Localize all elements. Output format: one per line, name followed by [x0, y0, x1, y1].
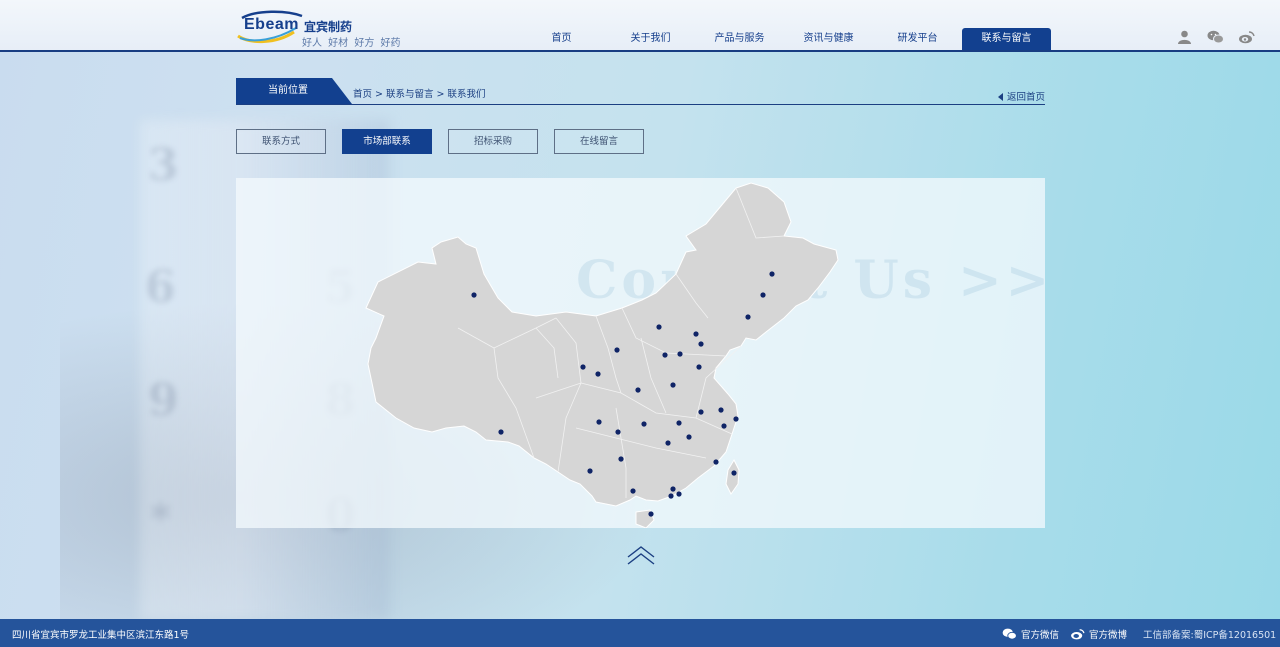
- background-digit: *: [150, 495, 171, 542]
- map-dot[interactable]: [693, 331, 699, 337]
- map-dot[interactable]: [471, 292, 477, 298]
- map-dot[interactable]: [615, 429, 621, 435]
- wechat-icon[interactable]: [1207, 30, 1224, 44]
- map-dot[interactable]: [733, 416, 739, 422]
- map-dot[interactable]: [745, 314, 751, 320]
- nav-research[interactable]: 研发平台: [873, 28, 962, 50]
- map-dot[interactable]: [630, 488, 636, 494]
- map-dot[interactable]: [676, 491, 682, 497]
- map-dot[interactable]: [718, 407, 724, 413]
- map-dot[interactable]: [731, 470, 737, 476]
- breadcrumb-contact-message[interactable]: 联系与留言: [386, 89, 434, 100]
- map-dot[interactable]: [614, 347, 620, 353]
- nav-home[interactable]: 首页: [517, 28, 606, 50]
- nav-contact[interactable]: 联系与留言: [962, 28, 1051, 50]
- breadcrumb-contact-us[interactable]: 联系我们: [447, 89, 485, 100]
- site-footer: 四川省宜宾市罗龙工业集中区滨江东路1号 官方微信 官方微博 工信部备案:蜀ICP…: [0, 619, 1280, 647]
- nav-products[interactable]: 产品与服务: [695, 28, 784, 50]
- logo[interactable]: Ebeam 宜宾制药 好人 好材 好方 好药: [236, 10, 416, 50]
- site-header: Ebeam 宜宾制药 好人 好材 好方 好药 首页 关于我们 产品与服务 资讯与…: [0, 0, 1280, 52]
- map-dot[interactable]: [662, 352, 668, 358]
- map-dot[interactable]: [676, 420, 682, 426]
- sub-tabs: 联系方式 市场部联系 招标采购 在线留言: [236, 129, 644, 154]
- footer-wechat-link[interactable]: 官方微信: [1002, 627, 1059, 641]
- map-dot[interactable]: [668, 493, 674, 499]
- logo-chinese: 宜宾制药: [304, 20, 353, 34]
- taiwan-shape: [725, 458, 740, 495]
- location-label: 当前位置: [236, 78, 352, 104]
- map-dot[interactable]: [686, 434, 692, 440]
- main-nav: 首页 关于我们 产品与服务 资讯与健康 研发平台 联系与留言: [517, 28, 1051, 50]
- tab-marketing-contact[interactable]: 市场部联系: [342, 129, 432, 154]
- map-dot[interactable]: [696, 364, 702, 370]
- mainland-shape: [365, 182, 839, 507]
- map-dot[interactable]: [760, 292, 766, 298]
- header-icons: [1176, 30, 1255, 44]
- scroll-up-icon[interactable]: [626, 545, 656, 567]
- tab-contact-info[interactable]: 联系方式: [236, 129, 326, 154]
- back-home-link[interactable]: 返回首页: [998, 89, 1045, 103]
- nav-about[interactable]: 关于我们: [606, 28, 695, 50]
- weibo-icon: [1071, 629, 1085, 640]
- china-map: [365, 182, 839, 528]
- footer-wechat-label: 官方微信: [1021, 630, 1060, 641]
- location-bar: 当前位置 首页 > 联系与留言 > 联系我们 返回首页: [236, 78, 1045, 105]
- map-dot[interactable]: [713, 459, 719, 465]
- map-dot[interactable]: [698, 341, 704, 347]
- wechat-icon: [1002, 628, 1017, 640]
- background-digit: 3: [148, 140, 179, 191]
- user-icon[interactable]: [1176, 30, 1193, 44]
- map-dot[interactable]: [635, 387, 641, 393]
- map-dot[interactable]: [769, 271, 775, 277]
- footer-address: 四川省宜宾市罗龙工业集中区滨江东路1号: [12, 630, 190, 641]
- map-dot[interactable]: [665, 440, 671, 446]
- map-dot[interactable]: [677, 351, 683, 357]
- tab-procurement[interactable]: 招标采购: [448, 129, 538, 154]
- map-dot[interactable]: [648, 511, 654, 517]
- map-dot[interactable]: [670, 382, 676, 388]
- map-dot[interactable]: [595, 371, 601, 377]
- map-dot[interactable]: [580, 364, 586, 370]
- footer-weibo-link[interactable]: 官方微博: [1070, 627, 1127, 641]
- footer-icp[interactable]: 工信部备案:蜀ICP备12016501: [1143, 627, 1276, 641]
- background-digit: 6: [145, 262, 176, 313]
- breadcrumb-home[interactable]: 首页: [353, 89, 372, 100]
- map-dot[interactable]: [698, 409, 704, 415]
- map-dot[interactable]: [498, 429, 504, 435]
- logo-slogan: 好人 好材 好方 好药: [302, 38, 401, 49]
- nav-news[interactable]: 资讯与健康: [784, 28, 873, 50]
- map-dot[interactable]: [618, 456, 624, 462]
- map-dot[interactable]: [596, 419, 602, 425]
- logo-english: Ebeam: [244, 16, 299, 33]
- map-dot[interactable]: [721, 423, 727, 429]
- background-digit: 9: [148, 375, 179, 426]
- map-panel: Contact Us >>: [236, 178, 1049, 528]
- breadcrumb-separator: >: [375, 89, 383, 100]
- breadcrumb-separator: >: [436, 89, 445, 100]
- map-dot[interactable]: [641, 421, 647, 427]
- weibo-icon[interactable]: [1238, 30, 1255, 44]
- map-dot[interactable]: [656, 324, 662, 330]
- map-dot[interactable]: [587, 468, 593, 474]
- tab-online-message[interactable]: 在线留言: [554, 129, 644, 154]
- footer-weibo-label: 官方微博: [1089, 630, 1128, 641]
- breadcrumb: 首页 > 联系与留言 > 联系我们: [353, 86, 485, 100]
- map-dot[interactable]: [670, 486, 676, 492]
